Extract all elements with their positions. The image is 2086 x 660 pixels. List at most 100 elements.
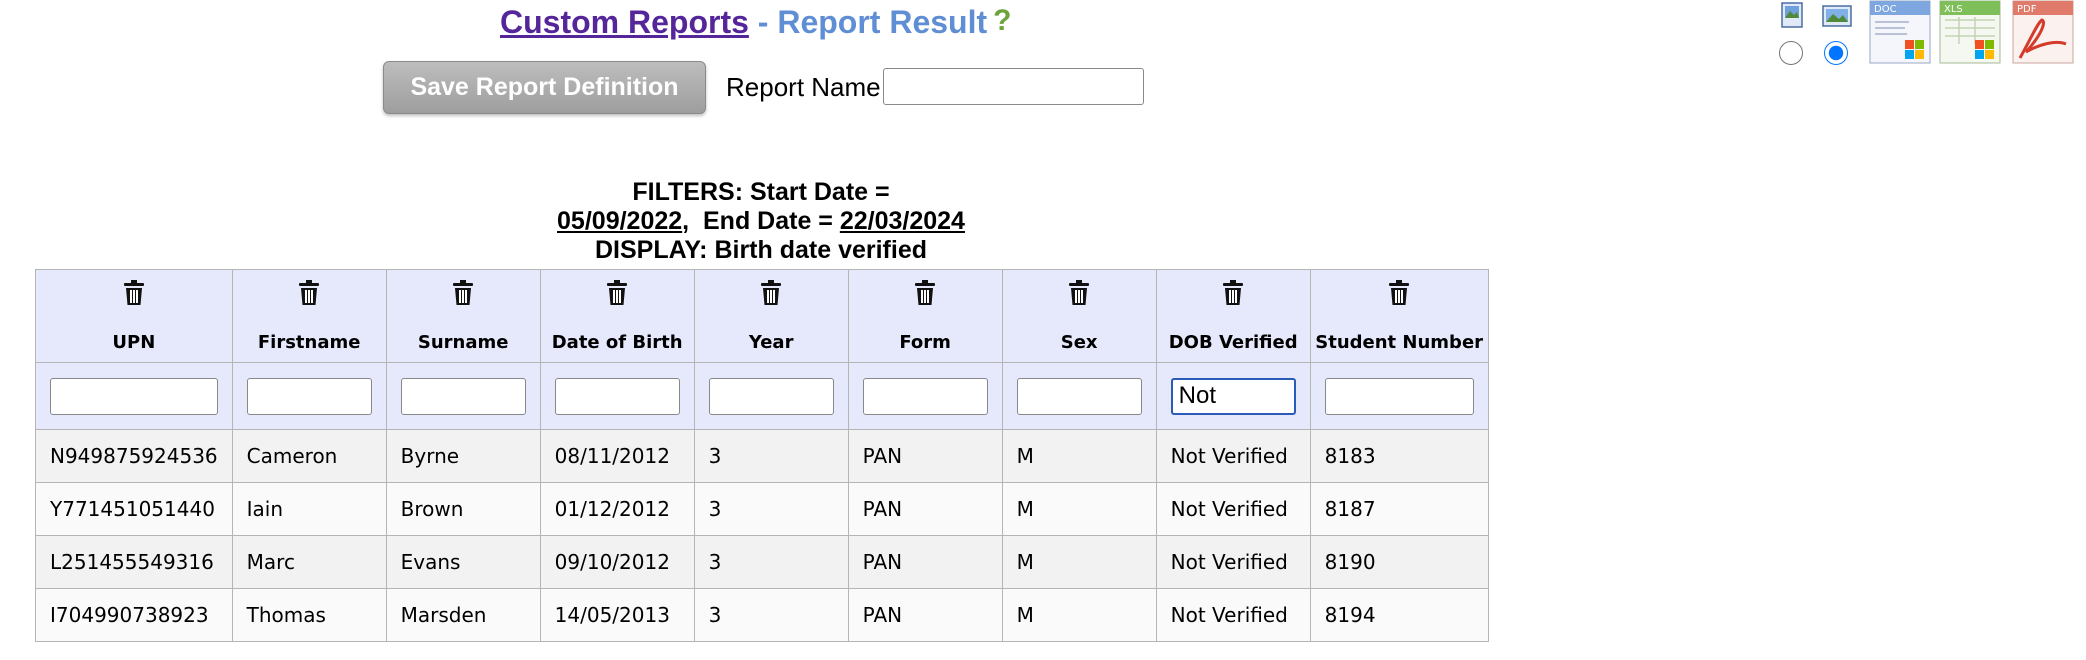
title-separator: - bbox=[748, 4, 778, 40]
cell-surname: Evans bbox=[385, 535, 541, 589]
cell-dob-verified: Not Verified bbox=[1155, 482, 1311, 536]
column-header-inner: Form bbox=[849, 270, 1002, 362]
filter-cell bbox=[35, 362, 233, 430]
column-header-inner: DOB Verified bbox=[1157, 270, 1310, 362]
table-row[interactable]: I704990738923 Thomas Marsden 14/05/2013 3 PAN… bbox=[35, 588, 1489, 642]
doc-icon-label: DOC bbox=[1874, 4, 1897, 15]
cell-date-of-birth: 01/12/2012 bbox=[539, 482, 695, 536]
custom-reports-link[interactable]: Custom Reports bbox=[500, 4, 749, 40]
cell-form: PAN bbox=[847, 588, 1003, 642]
filter-cell bbox=[539, 362, 695, 430]
filter-input-date-of-birth[interactable] bbox=[554, 377, 680, 415]
cell-dob-verified: Not Verified bbox=[1155, 535, 1311, 589]
filter-cell bbox=[1001, 362, 1157, 430]
cell-date-of-birth: 08/11/2012 bbox=[539, 429, 695, 483]
landscape-radio[interactable] bbox=[1824, 41, 1848, 65]
cell-date-of-birth: 14/05/2013 bbox=[539, 588, 695, 642]
filter-input-dob-verified[interactable] bbox=[1170, 377, 1296, 415]
cell-sex: M bbox=[1001, 535, 1157, 589]
filters-line: FILTERS: Start Date = 05/09/2022, End Da… bbox=[430, 178, 1092, 236]
header-row: UPN Firstname Surname Date of Birth Year bbox=[35, 269, 1489, 363]
delete-column-icon[interactable] bbox=[1388, 280, 1410, 306]
filter-input-upn[interactable] bbox=[50, 377, 218, 415]
table-row[interactable]: Y771451051440 Iain Brown 01/12/2012 3 PAN M Not… bbox=[35, 482, 1489, 536]
cell-firstname: Cameron bbox=[231, 429, 387, 483]
column-label: Student Number bbox=[1315, 332, 1484, 353]
cell-surname: Brown bbox=[385, 482, 541, 536]
column-header-inner: Date of Birth bbox=[541, 270, 694, 362]
landscape-icon[interactable] bbox=[1822, 5, 1852, 27]
column-header-inner: UPN bbox=[36, 270, 232, 362]
filter-input-surname[interactable] bbox=[400, 377, 526, 415]
cell-sex: M bbox=[1001, 482, 1157, 536]
cell-form: PAN bbox=[847, 535, 1003, 589]
cell-student-number: 8187 bbox=[1309, 482, 1489, 536]
column-header-dob-verified[interactable]: DOB Verified bbox=[1155, 269, 1311, 363]
column-header-sex[interactable]: Sex bbox=[1001, 269, 1157, 363]
delete-column-icon[interactable] bbox=[1222, 280, 1244, 306]
portrait-icon[interactable] bbox=[1781, 2, 1803, 28]
cell-student-number: 8194 bbox=[1309, 588, 1489, 642]
cell-student-number: 8190 bbox=[1309, 535, 1489, 589]
table-row[interactable]: N949875924536 Cameron Byrne 08/11/2012 3 PAN M… bbox=[35, 429, 1489, 483]
xls-export-icon[interactable]: XLS bbox=[1939, 0, 2001, 64]
column-header-inner: Student Number bbox=[1311, 270, 1488, 362]
help-icon[interactable]: ? bbox=[993, 4, 1011, 38]
filter-cell bbox=[231, 362, 387, 430]
pdf-export-icon[interactable]: PDF bbox=[2012, 0, 2074, 64]
doc-export-icon[interactable]: DOC bbox=[1869, 0, 1931, 64]
delete-column-icon[interactable] bbox=[760, 280, 782, 306]
report-table: UPN Firstname Surname Date of Birth Year bbox=[35, 269, 1489, 642]
delete-column-icon[interactable] bbox=[452, 280, 474, 306]
cell-date-of-birth: 09/10/2012 bbox=[539, 535, 695, 589]
filter-input-form[interactable] bbox=[862, 377, 988, 415]
column-header-student-number[interactable]: Student Number bbox=[1309, 269, 1489, 363]
column-header-inner: Firstname bbox=[233, 270, 386, 362]
save-report-definition-button[interactable]: Save Report Definition bbox=[383, 61, 706, 114]
delete-column-icon[interactable] bbox=[298, 280, 320, 306]
cell-upn: L251455549316 bbox=[35, 535, 233, 589]
filter-input-firstname[interactable] bbox=[246, 377, 372, 415]
report-name-input[interactable] bbox=[883, 68, 1144, 105]
cell-surname: Marsden bbox=[385, 588, 541, 642]
column-label: DOB Verified bbox=[1168, 332, 1298, 353]
report-result-title: Report Result bbox=[777, 4, 988, 40]
filter-input-year[interactable] bbox=[708, 377, 834, 415]
cell-form: PAN bbox=[847, 429, 1003, 483]
column-header-date-of-birth[interactable]: Date of Birth bbox=[539, 269, 695, 363]
cell-firstname: Iain bbox=[231, 482, 387, 536]
delete-column-icon[interactable] bbox=[606, 280, 628, 306]
cell-firstname: Thomas bbox=[231, 588, 387, 642]
filter-input-sex[interactable] bbox=[1016, 377, 1142, 415]
column-label: Date of Birth bbox=[551, 332, 683, 353]
table-body: N949875924536 Cameron Byrne 08/11/2012 3 PAN M… bbox=[35, 429, 1489, 642]
filter-input-student-number[interactable] bbox=[1324, 377, 1474, 415]
column-header-inner: Sex bbox=[1003, 270, 1156, 362]
delete-column-icon[interactable] bbox=[1068, 280, 1090, 306]
cell-year: 3 bbox=[693, 588, 849, 642]
column-label: Firstname bbox=[257, 332, 361, 353]
column-label: Form bbox=[899, 332, 951, 353]
cell-year: 3 bbox=[693, 482, 849, 536]
start-date-value: 05/09/2022 bbox=[557, 207, 683, 235]
delete-column-icon[interactable] bbox=[123, 280, 145, 306]
column-header-year[interactable]: Year bbox=[693, 269, 849, 363]
cell-upn: I704990738923 bbox=[35, 588, 233, 642]
portrait-radio[interactable] bbox=[1779, 41, 1803, 65]
filter-cell bbox=[847, 362, 1003, 430]
end-date-value: 22/03/2024 bbox=[839, 207, 965, 235]
cell-year: 3 bbox=[693, 535, 849, 589]
table-row[interactable]: L251455549316 Marc Evans 09/10/2012 3 PAN M Not… bbox=[35, 535, 1489, 589]
filter-cell bbox=[385, 362, 541, 430]
column-header-form[interactable]: Form bbox=[847, 269, 1003, 363]
filter-cell bbox=[1155, 362, 1311, 430]
filter-cell bbox=[693, 362, 849, 430]
column-header-upn[interactable]: UPN bbox=[35, 269, 233, 363]
column-label: Surname bbox=[417, 332, 509, 353]
column-header-surname[interactable]: Surname bbox=[385, 269, 541, 363]
column-header-firstname[interactable]: Firstname bbox=[231, 269, 387, 363]
delete-column-icon[interactable] bbox=[914, 280, 936, 306]
export-options: DOC XLS PDF bbox=[1770, 0, 2086, 70]
filters-prefix: FILTERS: Start Date = bbox=[632, 178, 890, 206]
page-title: Custom Reports - Report Result? bbox=[500, 4, 1011, 44]
